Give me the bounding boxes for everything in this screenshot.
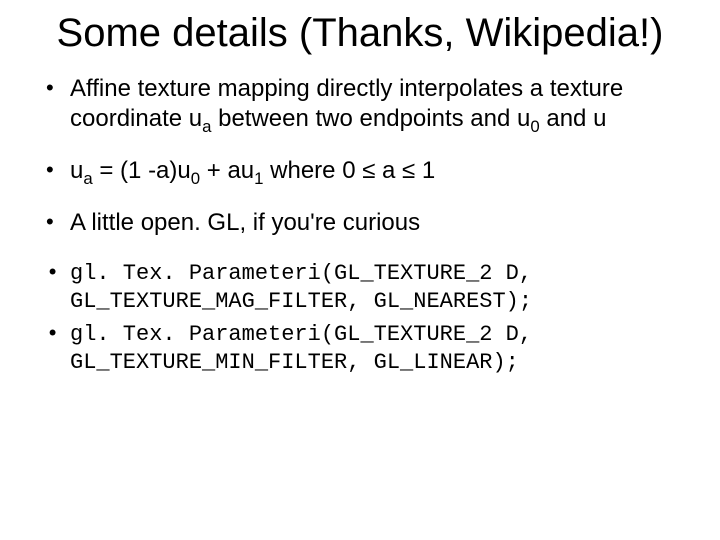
bullet-affine: Affine texture mapping directly interpol… — [40, 74, 680, 134]
text: A little open. GL, if you're curious — [70, 209, 420, 236]
text: between two endpoints and u — [211, 105, 530, 132]
bullet-opengl-intro: A little open. GL, if you're curious — [40, 208, 680, 238]
subscript: a — [83, 169, 92, 188]
bullet-code-min: gl. Tex. Parameteri(GL_TEXTURE_2 D, GL_T… — [40, 321, 680, 376]
slide-title: Some details (Thanks, Wikipedia!) — [40, 10, 680, 56]
slide: Some details (Thanks, Wikipedia!) Affine… — [0, 0, 720, 540]
text: u — [70, 157, 83, 184]
code-text: gl. Tex. Parameteri(GL_TEXTURE_2 D, GL_T… — [70, 261, 532, 314]
text: = (1 -a)u — [93, 157, 191, 184]
subscript: 0 — [530, 117, 539, 136]
slide-body: Affine texture mapping directly interpol… — [40, 74, 680, 376]
text: and u — [540, 105, 607, 132]
bullet-formula: ua = (1 -a)u0 + au1 where 0 ≤ a ≤ 1 — [40, 156, 680, 186]
code-text: gl. Tex. Parameteri(GL_TEXTURE_2 D, GL_T… — [70, 322, 532, 375]
text: + au — [200, 157, 254, 184]
bullet-code-mag: gl. Tex. Parameteri(GL_TEXTURE_2 D, GL_T… — [40, 260, 680, 315]
subscript: 0 — [191, 169, 200, 188]
text: where 0 ≤ a ≤ 1 — [263, 157, 435, 184]
